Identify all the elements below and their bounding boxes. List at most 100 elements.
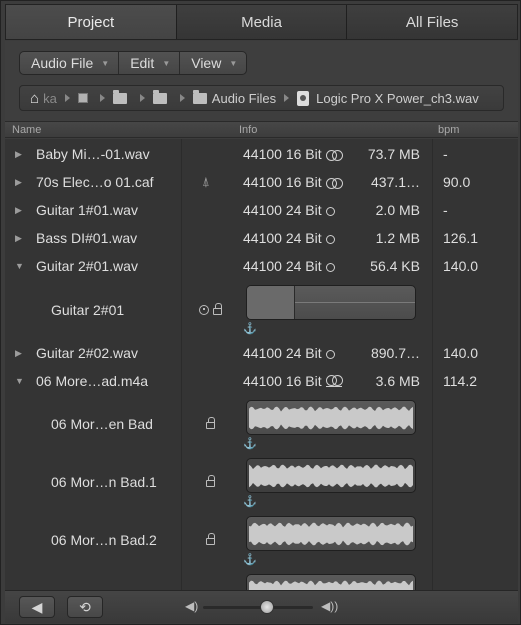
file-bpm: 90.0 <box>443 174 471 190</box>
disclosure-triangle-icon[interactable]: ▶ <box>15 348 22 359</box>
region-name: 06 Mor…en Bad <box>51 416 153 432</box>
file-bpm: 140.0 <box>443 345 479 361</box>
waveform-shape <box>249 464 413 488</box>
file-list[interactable]: ▶ Baby Mi…-01.wav 44100 16 Bit 73.7 MB -… <box>5 139 518 590</box>
list-item[interactable]: ▶ Guitar 1#01.wav 44100 24 Bit 2.0 MB - <box>5 202 518 222</box>
edit-menu[interactable]: Edit ▼ <box>119 52 181 74</box>
breadcrumb-folder-2[interactable] <box>152 89 172 104</box>
file-name: Baby Mi…-01.wav <box>36 146 150 162</box>
list-item[interactable]: ▼ Guitar 2#01.wav 44100 24 Bit 56.4 KB 1… <box>5 258 518 278</box>
loop-button[interactable]: ⟲ <box>67 596 103 618</box>
anchor-icon[interactable]: ⚓ <box>243 322 257 335</box>
speaker-icon: ◀ <box>31 598 43 615</box>
file-info: 44100 24 Bit <box>243 230 335 246</box>
audio-file-icon <box>297 90 310 106</box>
breadcrumb-separator-icon <box>139 94 145 102</box>
breadcrumb-file[interactable]: Logic Pro X Power_ch3.wav <box>297 90 479 106</box>
home-icon: ⌂ <box>30 89 40 107</box>
sample-rate-bits: 44100 16 Bit <box>243 146 322 162</box>
region-selection <box>247 286 295 319</box>
column-info[interactable]: Info <box>239 124 257 136</box>
tab-media[interactable]: Media <box>176 5 348 39</box>
breadcrumb-file-label: Logic Pro X Power_ch3.wav <box>316 90 479 106</box>
anchor-icon[interactable]: ⚓ <box>243 495 257 508</box>
view-menu-label: View <box>191 55 222 71</box>
list-item[interactable]: ▶ Baby Mi…-01.wav 44100 16 Bit 73.7 MB - <box>5 146 518 166</box>
region-waveform[interactable] <box>246 400 416 435</box>
sample-rate-bits: 44100 24 Bit <box>243 258 322 274</box>
mono-icon <box>325 235 335 244</box>
breadcrumb-home[interactable]: ⌂ ka <box>30 90 57 107</box>
audio-file-browser: Project Media All Files Audio File ▼ Edit… <box>0 0 521 625</box>
tab-all-files[interactable]: All Files <box>347 5 518 39</box>
region-overview[interactable] <box>246 285 416 320</box>
list-item[interactable]: ▶ 70s Elec…o 01.caf ⍋ 44100 16 Bit 437.1… <box>5 174 518 194</box>
audio-file-menu-label: Audio File <box>31 55 94 71</box>
audio-file-menu[interactable]: Audio File ▼ <box>20 52 120 74</box>
waveform-graphic <box>249 464 413 488</box>
tab-project[interactable]: Project <box>6 5 177 39</box>
list-item[interactable]: ▶ Bass DI#01.wav 44100 24 Bit 1.2 MB 126… <box>5 230 518 250</box>
lock-icon <box>206 417 215 429</box>
region-row[interactable]: 06 Mor…n Bad.1 ⚓ <box>5 457 518 513</box>
region-row[interactable] <box>5 573 518 590</box>
file-info: 44100 24 Bit <box>243 345 335 361</box>
chevron-down-icon: ▼ <box>162 58 171 68</box>
waveform-graphic <box>249 522 413 546</box>
disclosure-triangle-expanded-icon[interactable]: ▼ <box>15 261 24 271</box>
file-size: 890.7… <box>370 345 420 361</box>
column-bpm[interactable]: bpm <box>438 124 459 136</box>
anchor-icon[interactable]: ⚓ <box>243 437 257 450</box>
bottom-bar: ◀ ⟲ ◀) ◀)) <box>5 590 518 623</box>
breadcrumb-separator-icon <box>284 94 290 102</box>
region-row[interactable]: 06 Mor…n Bad.2 ⚓ <box>5 515 518 571</box>
tab-bar: Project Media All Files <box>5 4 518 40</box>
volume-slider[interactable] <box>203 600 313 614</box>
file-info: 44100 24 Bit <box>243 202 335 218</box>
region-row[interactable]: Guitar 2#01 ⚓ <box>5 285 518 337</box>
chevron-down-icon: ▼ <box>101 58 110 68</box>
menu-group: Audio File ▼ Edit ▼ View ▼ <box>19 51 248 75</box>
loop-icon: ⟲ <box>79 598 91 615</box>
file-bpm: 126.1 <box>443 230 479 246</box>
region-waveform[interactable] <box>246 458 416 493</box>
breadcrumb-audio-files[interactable]: Audio Files <box>192 89 277 106</box>
preview-button[interactable]: ◀ <box>19 596 55 618</box>
region-row[interactable]: 06 Mor…en Bad ⚓ <box>5 399 518 455</box>
sample-rate-bits: 44100 24 Bit <box>243 202 322 218</box>
file-name: Guitar 2#01.wav <box>36 258 138 274</box>
anchor-icon[interactable]: ⚓ <box>243 553 257 566</box>
breadcrumb-folder-1[interactable] <box>112 89 132 104</box>
sample-rate-bits: 44100 24 Bit <box>243 230 322 246</box>
file-name: 70s Elec…o 01.caf <box>36 174 154 190</box>
file-name: Bass DI#01.wav <box>36 230 138 246</box>
disclosure-triangle-icon[interactable]: ▶ <box>15 177 22 188</box>
disclosure-triangle-icon[interactable]: ▶ <box>15 233 22 244</box>
view-menu[interactable]: View ▼ <box>180 52 246 74</box>
file-info: 44100 16 Bit <box>243 174 343 190</box>
applications-folder-icon <box>77 93 88 103</box>
file-size: 437.1… <box>370 174 420 190</box>
toolbar: Audio File ▼ Edit ▼ View ▼ ⌂ ka Audio Files … <box>5 41 518 121</box>
file-size: 56.4 KB <box>370 258 420 274</box>
region-waveform[interactable] <box>246 574 416 590</box>
file-name: 06 More…ad.m4a <box>36 373 149 389</box>
region-name: 06 Mor…n Bad.2 <box>51 532 157 548</box>
file-size: 73.7 MB <box>367 146 420 162</box>
list-item[interactable]: ▶ Guitar 2#02.wav 44100 24 Bit 890.7… 14… <box>5 345 518 365</box>
file-info: 44100 16 Bit <box>243 373 343 389</box>
region-waveform[interactable] <box>246 516 416 551</box>
volume-slider-knob[interactable] <box>260 600 274 614</box>
disclosure-triangle-icon[interactable]: ▶ <box>15 149 22 160</box>
breadcrumb-applications[interactable] <box>77 93 92 103</box>
disclosure-triangle-expanded-icon[interactable]: ▼ <box>15 376 24 386</box>
disclosure-triangle-icon[interactable]: ▶ <box>15 205 22 216</box>
breadcrumb-audio-files-label: Audio Files <box>211 90 277 106</box>
list-item[interactable]: ▼ 06 More…ad.m4a 44100 16 Bit 3.6 MB 114… <box>5 373 518 393</box>
column-header: Name Info bpm <box>5 121 518 138</box>
region-name: 06 Mor…n Bad.1 <box>51 474 157 490</box>
volume-low-icon: ◀) <box>185 599 199 613</box>
waveform-graphic <box>249 580 413 590</box>
column-name[interactable]: Name <box>12 124 41 136</box>
folder-icon <box>152 89 167 104</box>
